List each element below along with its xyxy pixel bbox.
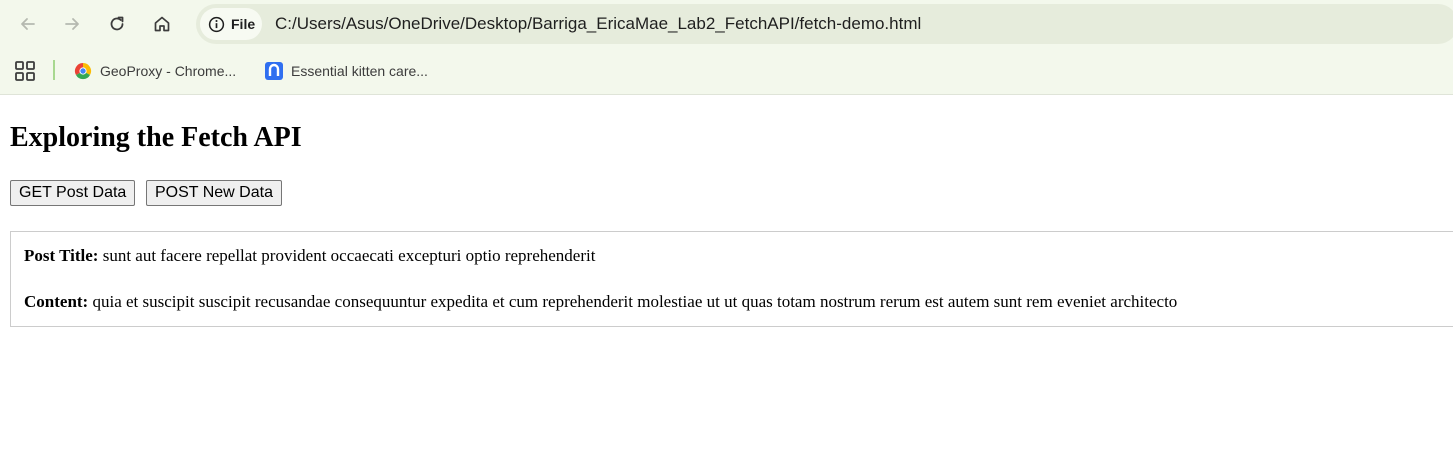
bookmark-label: Essential kitten care... [291,63,428,79]
bookmark-label: GeoProxy - Chrome... [100,63,237,79]
arrow-left-icon [21,18,35,30]
page-content: Exploring the Fetch API GET Post Data PO… [0,96,1453,462]
reload-icon [110,16,124,31]
get-post-data-button[interactable]: GET Post Data [10,180,136,206]
site-info-chip[interactable]: File [200,8,262,40]
post-content-label: Content: [24,292,89,311]
bookmark-kitten-care[interactable]: Essential kitten care... [265,58,428,84]
apps-grid-icon[interactable] [14,60,36,82]
bookmark-geoproxy[interactable]: GeoProxy - Chrome... [74,58,236,84]
forward-button[interactable] [56,8,88,40]
post-content-value: quia et suscipit suscipit recusandae con… [92,292,1178,311]
browser-toolbar: File C:/Users/Asus/OneDrive/Desktop/Barr… [0,0,1453,48]
url-text[interactable]: C:/Users/Asus/OneDrive/Desktop/Barriga_E… [275,14,921,34]
chrome-icon [74,62,92,80]
info-icon [208,16,225,32]
post-title-value: sunt aut facere repellat provident occae… [102,246,596,265]
result-panel: Post Title: sunt aut facere repellat pro… [10,231,1453,327]
home-icon [154,16,170,32]
n-app-icon [265,62,283,80]
site-info-label: File [231,16,256,32]
reload-button[interactable] [101,8,133,40]
address-bar[interactable]: File C:/Users/Asus/OneDrive/Desktop/Barr… [196,4,1453,44]
back-button[interactable] [12,8,44,40]
bookmarks-bar: GeoProxy - Chrome... Essential kitten ca… [0,48,1453,95]
post-new-data-button[interactable]: POST New Data [146,180,282,206]
post-title-line: Post Title: sunt aut facere repellat pro… [24,246,595,266]
post-title-label: Post Title: [24,246,99,265]
arrow-right-icon [65,18,79,30]
post-content-line: Content: quia et suscipit suscipit recus… [24,292,1177,312]
page-title: Exploring the Fetch API [10,122,302,153]
bookmarks-divider [53,60,55,80]
home-button[interactable] [146,8,178,40]
